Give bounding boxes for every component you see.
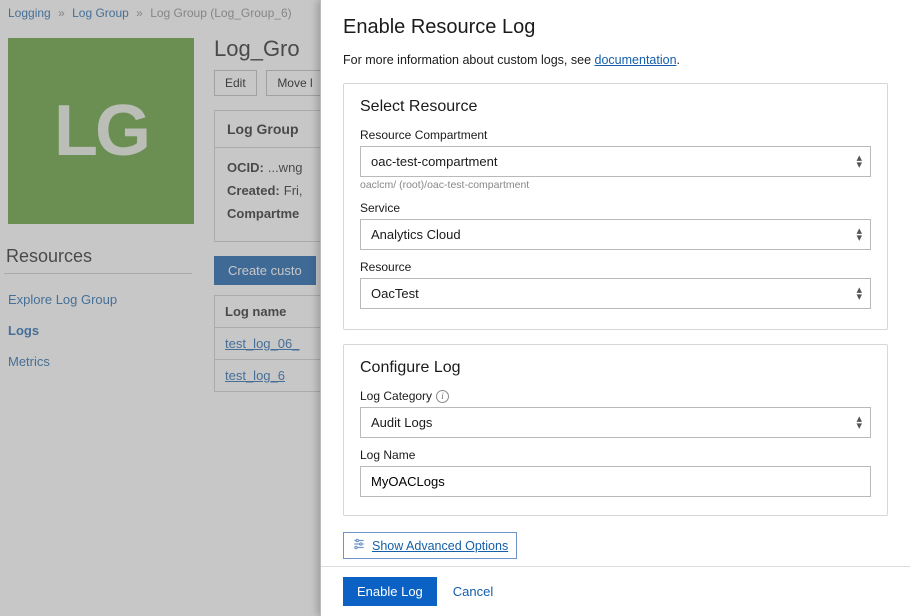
configure-log-header: Configure Log bbox=[360, 359, 871, 377]
compartment-value: oac-test-compartment bbox=[371, 154, 497, 169]
compartment-label: Resource Compartment bbox=[360, 128, 871, 142]
drawer-intro: For more information about custom logs, … bbox=[343, 53, 888, 67]
chevron-updown-icon bbox=[856, 155, 862, 169]
chevron-updown-icon bbox=[856, 416, 862, 430]
compartment-path: oaclcm/ (root)/oac-test-compartment bbox=[360, 179, 871, 191]
enable-log-drawer: Enable Resource Log For more information… bbox=[320, 0, 910, 616]
resource-select[interactable]: OacTest bbox=[360, 278, 871, 309]
log-category-label-text: Log Category bbox=[360, 389, 432, 403]
sliders-icon bbox=[352, 537, 366, 554]
resource-value: OacTest bbox=[371, 286, 419, 301]
log-name-label: Log Name bbox=[360, 448, 871, 462]
chevron-updown-icon bbox=[856, 287, 862, 301]
show-advanced-link[interactable]: Show Advanced Options bbox=[372, 539, 508, 553]
log-category-value: Audit Logs bbox=[371, 415, 432, 430]
cancel-link[interactable]: Cancel bbox=[453, 584, 493, 599]
log-name-input[interactable] bbox=[360, 466, 871, 497]
compartment-select[interactable]: oac-test-compartment bbox=[360, 146, 871, 177]
resource-label: Resource bbox=[360, 260, 871, 274]
select-resource-header: Select Resource bbox=[360, 98, 871, 116]
info-icon[interactable]: i bbox=[436, 390, 449, 403]
drawer-title: Enable Resource Log bbox=[343, 16, 888, 39]
service-value: Analytics Cloud bbox=[371, 227, 461, 242]
log-category-select[interactable]: Audit Logs bbox=[360, 407, 871, 438]
configure-log-card: Configure Log Log Category i Audit Logs … bbox=[343, 344, 888, 516]
enable-log-button[interactable]: Enable Log bbox=[343, 577, 437, 606]
log-category-label: Log Category i bbox=[360, 389, 871, 403]
drawer-footer: Enable Log Cancel bbox=[321, 566, 910, 616]
service-select[interactable]: Analytics Cloud bbox=[360, 219, 871, 250]
service-label: Service bbox=[360, 201, 871, 215]
intro-text: For more information about custom logs, … bbox=[343, 53, 595, 67]
select-resource-card: Select Resource Resource Compartment oac… bbox=[343, 83, 888, 330]
show-advanced-options[interactable]: Show Advanced Options bbox=[343, 532, 517, 559]
documentation-link[interactable]: documentation bbox=[595, 53, 677, 67]
chevron-updown-icon bbox=[856, 228, 862, 242]
